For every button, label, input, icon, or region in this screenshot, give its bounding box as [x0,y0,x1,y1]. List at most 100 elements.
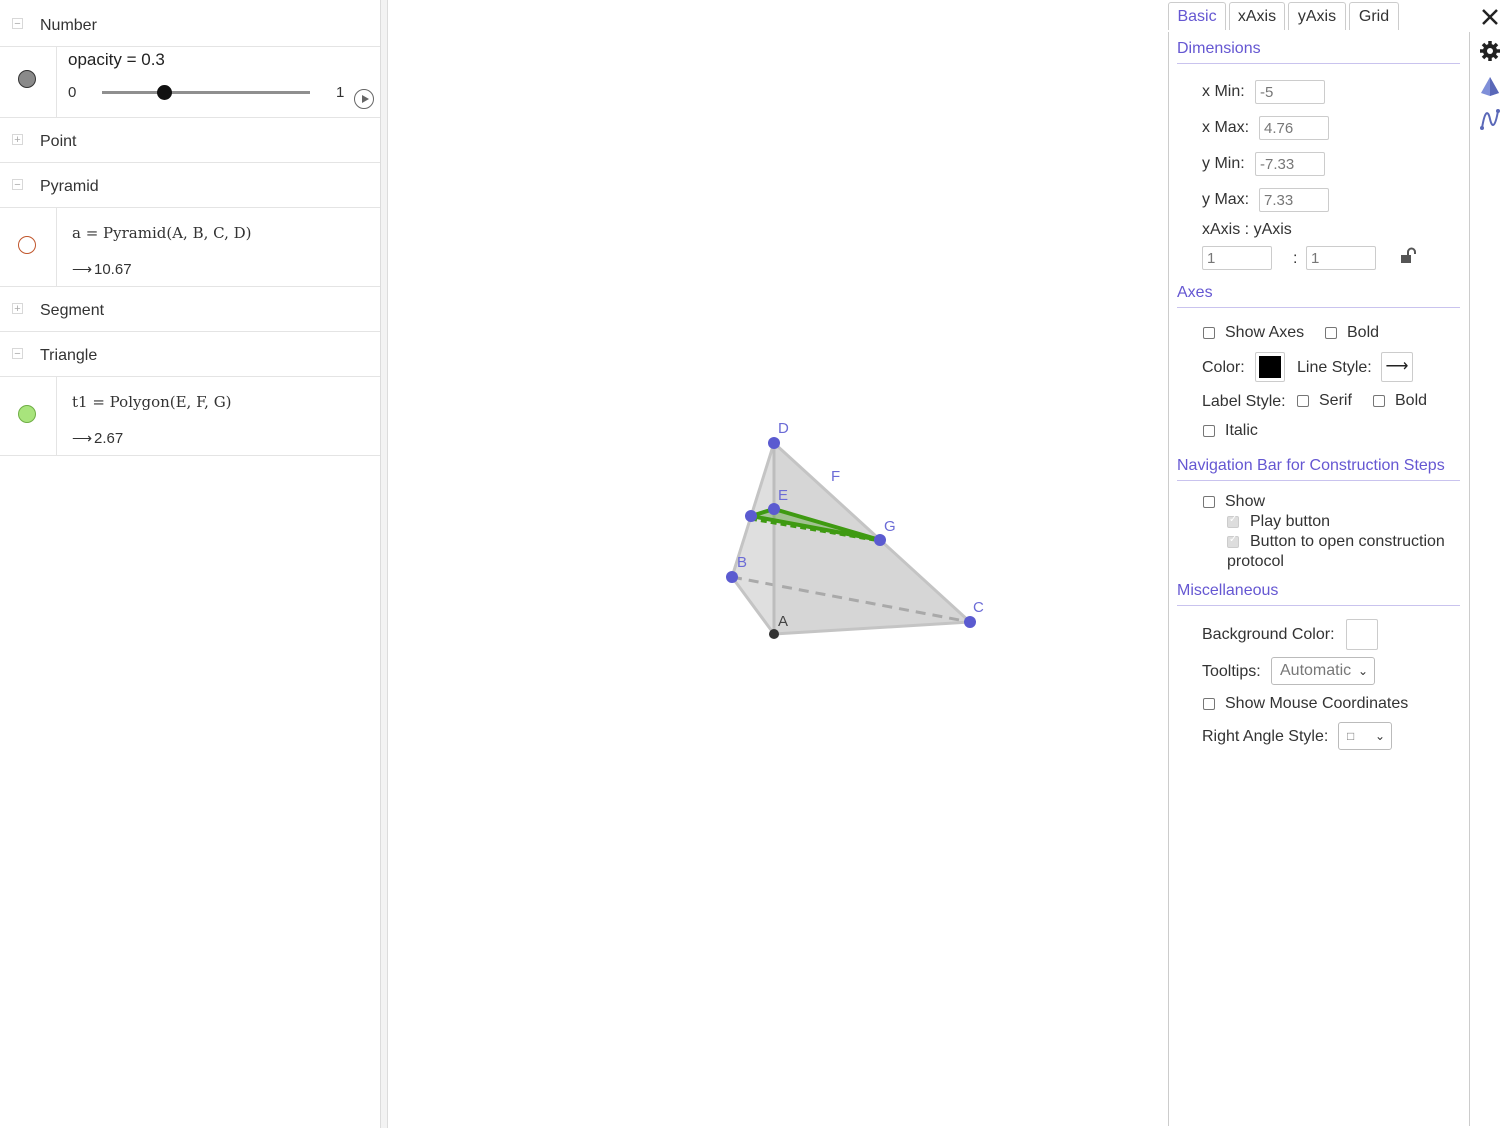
collapse-icon[interactable]: − [12,179,23,191]
bg-color-swatch[interactable] [1346,619,1378,650]
group-segment[interactable]: + Segment [0,287,380,332]
mouse-coords-checkbox[interactable] [1203,698,1215,710]
point-D[interactable] [768,437,780,449]
label-D: D [778,420,789,437]
arrow-icon: ⟶ [72,430,93,446]
line-style-button[interactable]: ⟶ [1381,352,1413,382]
serif-label: Serif [1319,392,1352,409]
pyramid-volume: 10.67 [94,261,132,278]
visibility-marble[interactable] [18,70,36,88]
formula[interactable]: a = Pyramid(A, B, C, D) [72,224,252,242]
ymax-label: y Max: [1202,191,1250,208]
right-angle-value: □ [1347,729,1355,743]
tab-yaxis[interactable]: yAxis [1288,2,1346,30]
show-axes-label: Show Axes [1225,324,1305,341]
italic-label: Italic [1225,422,1258,439]
graphics-canvas[interactable]: D F E G B C A [388,0,1160,1128]
divider [1177,63,1460,64]
group-number[interactable]: − Number [0,2,380,47]
graphics-3d-icon[interactable] [1479,75,1501,97]
gear-icon[interactable] [1479,40,1501,62]
point-A[interactable] [769,629,779,639]
group-pyramid[interactable]: − Pyramid [0,163,380,208]
play-button-checkbox[interactable] [1227,514,1239,528]
visibility-marble[interactable] [18,405,36,423]
view-divider[interactable] [381,0,388,1128]
tab-grid[interactable]: Grid [1349,2,1399,30]
ratio-x-input[interactable] [1202,246,1272,270]
marble-column [0,208,57,286]
xmin-input[interactable] [1255,80,1325,104]
arrow-icon: ⟶ [72,261,93,277]
marble-column [0,377,57,455]
point-F[interactable] [745,510,757,522]
axis-ratio-label: xAxis : yAxis [1202,221,1292,238]
collapse-icon[interactable]: − [12,18,23,30]
protocol-button-label: Button to open construction [1250,533,1445,550]
tab-xaxis[interactable]: xAxis [1229,2,1285,30]
group-triangle[interactable]: − Triangle [0,332,380,377]
graphics-3d-view[interactable]: D F E G B C A [388,0,1160,1128]
label-style-label: Label Style: [1202,393,1286,410]
slider-caption: opacity = 0.3 [68,50,165,69]
line-style-label: Line Style: [1297,359,1372,376]
navbar-show-label: Show [1225,493,1266,510]
navbar-show-checkbox[interactable] [1203,496,1215,508]
unlock-icon[interactable] [1399,247,1417,265]
play-icon[interactable] [354,89,374,109]
axes-color-label: Color: [1202,359,1245,376]
chevron-down-icon: ⌄ [1374,729,1385,743]
group-label: Triangle [40,347,98,364]
function-graph-icon[interactable] [1479,108,1501,130]
point-B[interactable] [726,571,738,583]
pyramid-item[interactable]: a = Pyramid(A, B, C, D) ⟶ 10.67 [0,208,380,287]
group-point[interactable]: + Point [0,118,380,163]
slider-knob[interactable] [156,85,172,100]
close-icon[interactable] [1479,6,1501,28]
point-C[interactable] [964,616,976,628]
algebra-view: − Number opacity = 0.3 0 1 + Point − Pyr… [0,0,381,1128]
slider-track[interactable] [102,91,310,94]
triangle-item[interactable]: t1 = Polygon(E, F, G) ⟶ 2.67 [0,377,380,456]
serif-checkbox[interactable] [1297,395,1309,407]
ymax-input[interactable] [1259,188,1329,212]
label-C: C [973,599,984,616]
axes-bold-label: Bold [1347,324,1380,341]
axes-bold-checkbox[interactable] [1325,327,1337,339]
formula[interactable]: t1 = Polygon(E, F, G) [72,393,232,411]
collapse-icon[interactable]: − [12,348,23,360]
point-E[interactable] [768,503,780,515]
marble-column [0,46,57,117]
mouse-coords-label: Show Mouse Coordinates [1225,695,1409,712]
divider [1177,480,1460,481]
point-G[interactable] [874,534,886,546]
right-angle-select[interactable]: □ ⌄ [1338,722,1392,750]
group-label: Segment [40,302,105,319]
italic-checkbox[interactable] [1203,425,1215,437]
tooltips-label: Tooltips: [1202,663,1261,680]
expand-icon[interactable]: + [12,303,23,315]
label-bold-checkbox[interactable] [1373,395,1385,407]
slider-max: 1 [336,84,345,101]
section-dimensions: Dimensions [1177,40,1261,57]
tooltips-select[interactable]: Automatic ⌄ [1271,657,1375,685]
group-label: Pyramid [40,178,99,195]
show-axes-checkbox[interactable] [1203,327,1215,339]
xmax-input[interactable] [1259,116,1329,140]
label-E: E [778,487,788,504]
result-value: ⟶ 10.67 [72,261,132,278]
expand-icon[interactable]: + [12,134,23,146]
protocol-button-checkbox[interactable] [1227,534,1239,548]
slider-item[interactable]: opacity = 0.3 0 1 [0,46,380,118]
ratio-separator: : [1293,250,1298,267]
ratio-y-input[interactable] [1306,246,1376,270]
group-label: Number [40,17,97,34]
tab-basic[interactable]: Basic [1168,2,1226,30]
visibility-marble[interactable] [18,236,36,254]
xmax-label: x Max: [1202,119,1250,136]
ymin-input[interactable] [1255,152,1325,176]
section-miscellaneous: Miscellaneous [1177,582,1279,599]
basic-tab-content: Dimensions x Min: x Max: y Min: y Max: x… [1168,32,1470,1126]
axes-color-swatch[interactable] [1255,352,1285,382]
tooltips-value: Automatic [1280,662,1352,679]
